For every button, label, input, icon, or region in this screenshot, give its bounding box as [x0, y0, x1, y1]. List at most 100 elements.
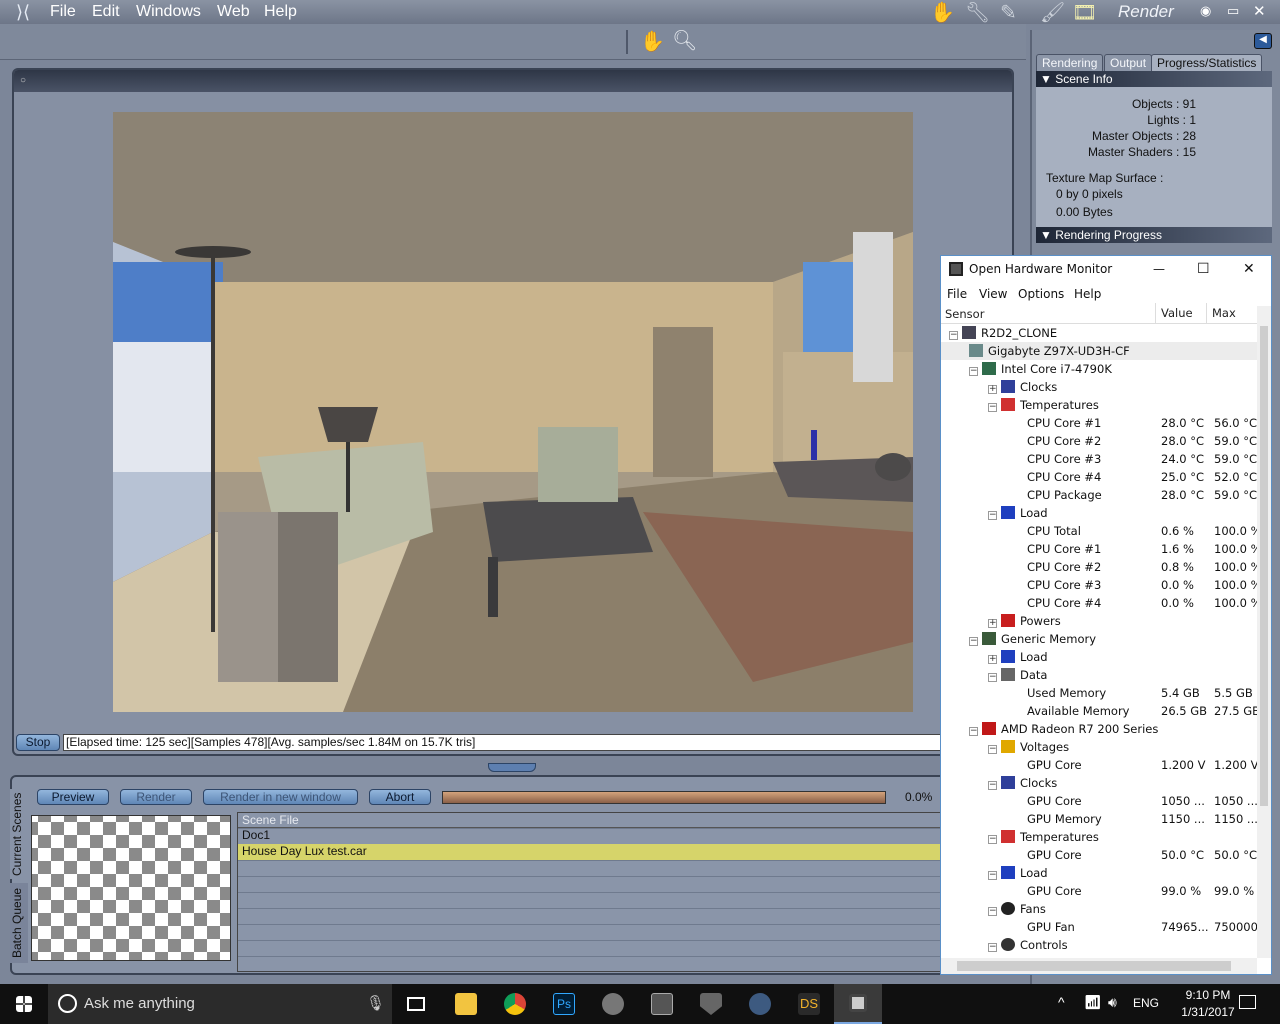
world-of-tanks-icon[interactable]: [687, 984, 735, 1024]
horizontal-scroll-thumb[interactable]: [957, 961, 1231, 971]
terminal-app-icon[interactable]: [638, 984, 686, 1024]
abort-button[interactable]: Abort: [369, 789, 431, 805]
close-icon[interactable]: ✕: [1253, 2, 1266, 20]
stop-button[interactable]: Stop: [16, 734, 60, 751]
collapse-toggle-icon[interactable]: −: [988, 835, 997, 844]
scene-info-header[interactable]: ▼ Scene Info: [1036, 71, 1272, 87]
vertical-scroll-thumb[interactable]: [1260, 326, 1268, 806]
steam-like-app-icon[interactable]: [736, 984, 784, 1024]
collapse-toggle-icon[interactable]: −: [988, 745, 997, 754]
sensor-row[interactable]: GPU Core 50.0 °C 50.0 °C: [941, 846, 1257, 864]
sensor-row[interactable]: − Generic Memory: [941, 630, 1257, 648]
sensor-row[interactable]: − AMD Radeon R7 200 Series: [941, 720, 1257, 738]
sensor-row[interactable]: GPU Core 1050 ... 1050 ...: [941, 792, 1257, 810]
collapse-toggle-icon[interactable]: −: [988, 871, 997, 880]
sensor-row[interactable]: Gigabyte Z97X-UD3H-CF: [941, 342, 1257, 360]
sensor-row[interactable]: − Data: [941, 666, 1257, 684]
column-sensor[interactable]: Sensor: [945, 307, 984, 321]
ohm-menu-file[interactable]: File: [947, 287, 967, 301]
sensor-row[interactable]: CPU Core #2 28.0 °C 59.0 °C: [941, 432, 1257, 450]
maximize-button[interactable]: ☐: [1197, 256, 1210, 282]
render-room-film-icon[interactable]: 🎞︎: [1072, 0, 1097, 24]
ohm-menu-help[interactable]: Help: [1074, 287, 1101, 301]
render-button[interactable]: Render: [120, 789, 192, 805]
sensor-row[interactable]: Used Memory 5.4 GB 5.5 GB: [941, 684, 1257, 702]
tab-current-scenes[interactable]: Current Scenes: [10, 789, 28, 879]
sensor-row[interactable]: − Clocks: [941, 774, 1257, 792]
volume-icon[interactable]: 🔊︎: [1108, 994, 1117, 1011]
close-button[interactable]: ✕: [1243, 256, 1255, 282]
collapse-toggle-icon[interactable]: −: [988, 781, 997, 790]
cortana-search-box[interactable]: Ask me anything 🎙︎: [48, 984, 392, 1024]
tab-rendering[interactable]: Rendering: [1036, 54, 1104, 71]
microphone-icon[interactable]: 🎙︎: [366, 994, 385, 1012]
expand-toggle-icon[interactable]: +: [988, 655, 997, 664]
column-value[interactable]: Value: [1155, 303, 1193, 323]
preview-button[interactable]: Preview: [37, 789, 109, 805]
collapse-toggle-icon[interactable]: −: [988, 673, 997, 682]
expand-toggle-icon[interactable]: +: [988, 619, 997, 628]
sensor-row[interactable]: − Fans: [941, 900, 1257, 918]
pose-room-hand-icon[interactable]: ✋: [930, 0, 955, 24]
ohm-menu-view[interactable]: View: [979, 287, 1007, 301]
expand-toggle-icon[interactable]: +: [988, 385, 997, 394]
render-in-new-window-button[interactable]: Render in new window: [203, 789, 358, 805]
sensor-row[interactable]: + Load: [941, 648, 1257, 666]
collapse-toggle-icon[interactable]: −: [969, 367, 978, 376]
tab-output[interactable]: Output: [1104, 54, 1153, 71]
edit-pencil-icon[interactable]: ✎: [1000, 0, 1017, 24]
menu-help[interactable]: Help: [264, 3, 297, 21]
setup-room-wrench-icon[interactable]: 🔧︎: [965, 0, 990, 24]
sensor-row[interactable]: CPU Package 28.0 °C 59.0 °C: [941, 486, 1257, 504]
sensor-row[interactable]: − Load: [941, 504, 1257, 522]
collapse-toggle-icon[interactable]: −: [988, 943, 997, 952]
language-indicator[interactable]: ENG: [1133, 996, 1159, 1010]
sensor-row[interactable]: + Clocks: [941, 378, 1257, 396]
sensor-row[interactable]: CPU Core #1 1.6 % 100.0 %: [941, 540, 1257, 558]
maximize-icon[interactable]: ▭: [1227, 3, 1239, 19]
sensor-row[interactable]: − Voltages: [941, 738, 1257, 756]
sensor-row[interactable]: Available Memory 26.5 GB 27.5 GB: [941, 702, 1257, 720]
open-hardware-monitor-taskbar-icon[interactable]: [834, 984, 882, 1024]
clock-date[interactable]: 1/31/2017: [1172, 1005, 1244, 1019]
photoshop-icon[interactable]: Ps: [540, 984, 588, 1024]
sensor-row[interactable]: GPU Core 99.0 % 99.0 %: [941, 882, 1257, 900]
menu-windows[interactable]: Windows: [136, 3, 201, 21]
sensor-row[interactable]: − Temperatures: [941, 828, 1257, 846]
sensor-row[interactable]: CPU Core #1 28.0 °C 56.0 °C: [941, 414, 1257, 432]
sensor-row[interactable]: CPU Core #3 24.0 °C 59.0 °C: [941, 450, 1257, 468]
daz-studio-icon[interactable]: DS: [785, 984, 833, 1024]
poser-app-icon[interactable]: [589, 984, 637, 1024]
sensor-row[interactable]: GPU Core 1.200 V 1.200 V: [941, 756, 1257, 774]
sensor-row[interactable]: − Intel Core i7-4790K: [941, 360, 1257, 378]
vertical-scrollbar[interactable]: [1257, 306, 1271, 958]
collapse-panel-arrow-icon[interactable]: ◀: [1254, 33, 1272, 49]
action-center-notification-icon[interactable]: [1239, 995, 1256, 1009]
network-wifi-icon[interactable]: 📶︎: [1084, 994, 1102, 1011]
eye-icon[interactable]: ◉: [1200, 3, 1211, 19]
clock-time[interactable]: 9:10 PM: [1172, 988, 1244, 1002]
sensor-row[interactable]: CPU Core #4 25.0 °C 52.0 °C: [941, 468, 1257, 486]
column-max[interactable]: Max: [1206, 303, 1236, 323]
rendering-progress-header[interactable]: ▼ Rendering Progress: [1036, 227, 1272, 243]
zoom-magnifier-icon[interactable]: 🔍︎: [672, 28, 697, 53]
menu-edit[interactable]: Edit: [92, 3, 120, 21]
file-explorer-icon[interactable]: [442, 984, 490, 1024]
menu-file[interactable]: File: [50, 3, 76, 21]
task-view-icon[interactable]: [392, 984, 440, 1024]
scene-row[interactable]: Doc1: [238, 828, 1016, 844]
collapse-toggle-icon[interactable]: −: [988, 907, 997, 916]
sensor-row[interactable]: − Load: [941, 864, 1257, 882]
horizontal-scrollbar[interactable]: [941, 958, 1257, 974]
collapse-toggle-icon[interactable]: −: [969, 637, 978, 646]
sensor-row[interactable]: GPU Fan 74965... 750000...: [941, 918, 1257, 936]
pan-hand-icon[interactable]: ✋: [640, 29, 665, 54]
brush-icon[interactable]: 🖌︎: [1040, 0, 1065, 24]
show-hidden-icons-chevron-icon[interactable]: ^: [1058, 994, 1065, 1010]
chrome-icon[interactable]: [491, 984, 539, 1024]
sensor-row[interactable]: CPU Total 0.6 % 100.0 %: [941, 522, 1257, 540]
sensor-row[interactable]: CPU Core #2 0.8 % 100.0 %: [941, 558, 1257, 576]
minimize-button[interactable]: —: [1153, 256, 1165, 282]
scene-row-selected[interactable]: House Day Lux test.car: [238, 844, 1016, 860]
sensor-row[interactable]: − R2D2_CLONE: [941, 324, 1257, 342]
